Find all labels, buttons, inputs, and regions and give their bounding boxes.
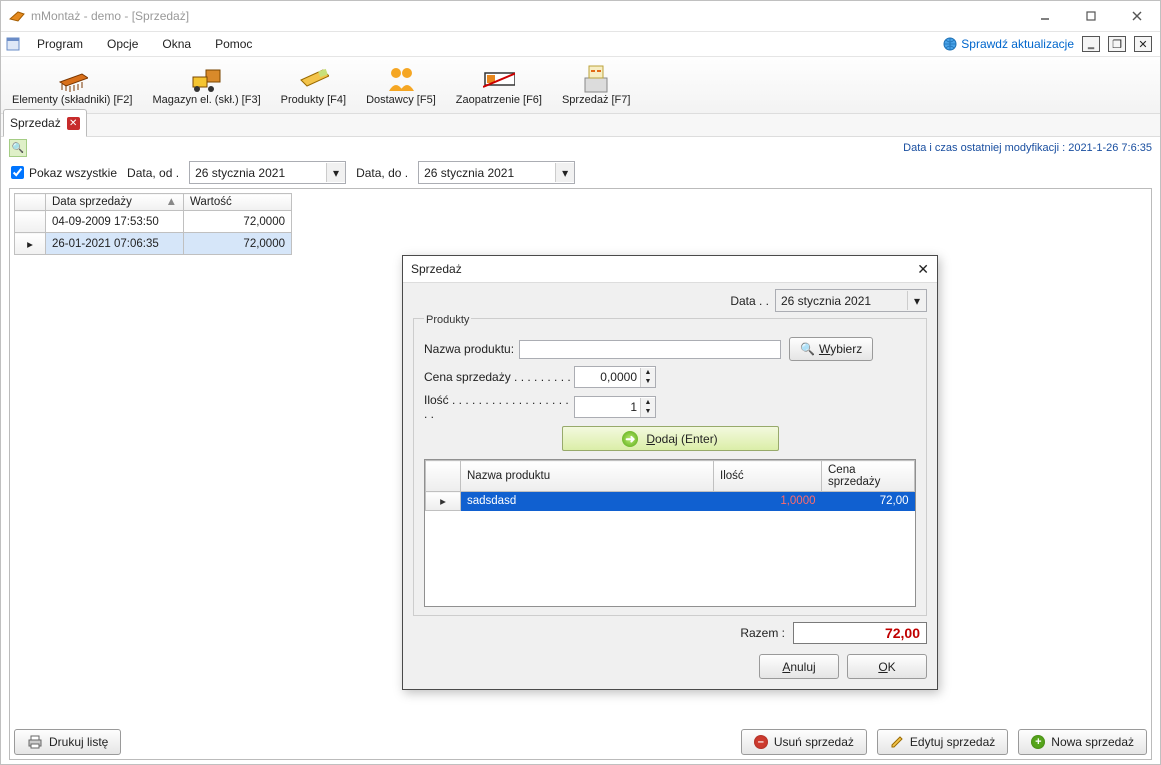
dialog-close-icon[interactable]: ✕	[917, 261, 929, 278]
people-icon	[385, 65, 417, 93]
app-icon	[9, 10, 25, 22]
menubar: Program Opcje Okna Pomoc Sprawdź aktuali…	[1, 32, 1160, 57]
new-button[interactable]: + Nowa sprzedaż	[1018, 729, 1147, 755]
add-icon: ➜	[622, 431, 638, 447]
date-to-label: Data, do .	[356, 166, 408, 180]
plus-icon: +	[1031, 735, 1045, 749]
sum-label: Razem :	[740, 626, 785, 640]
minus-icon: –	[754, 735, 768, 749]
toolbar-suppliers[interactable]: Dostawcy [F5]	[357, 57, 445, 113]
maximize-button[interactable]	[1068, 1, 1114, 31]
menu-program[interactable]: Program	[25, 33, 95, 55]
ok-button[interactable]: OK	[847, 654, 927, 679]
last-modified-label: Data i czas ostatniej modyfikacji : 2021…	[903, 142, 1152, 154]
qty-input[interactable]: 1 ▲▼	[574, 396, 656, 418]
table-row[interactable]: ▸ sadsdasd 1,0000 72,00	[426, 492, 915, 511]
add-button[interactable]: ➜ Dodaj (Enter)	[562, 426, 779, 451]
spin-up-icon[interactable]: ▲	[641, 368, 655, 378]
app-menu-icon[interactable]	[1, 32, 25, 56]
price-label: Cena sprzedaży . . . . . . . . .	[424, 370, 574, 384]
sale-dialog: Sprzedaż ✕ Data . . 26 stycznia 2021 ▾ P…	[402, 255, 938, 690]
mdi-restore-button[interactable]: ❐	[1108, 36, 1126, 52]
products-group: Produkty Nazwa produktu: 🔍 Wybierz Cena …	[413, 318, 927, 616]
col-qty[interactable]: Ilość	[714, 461, 822, 492]
titlebar: mMontaż - demo - [Sprzedaż]	[1, 1, 1160, 32]
choose-button[interactable]: 🔍 Wybierz	[789, 337, 873, 361]
product-name-label: Nazwa produktu:	[424, 342, 519, 356]
spin-up-icon[interactable]: ▲	[641, 398, 655, 408]
battery-icon	[483, 65, 515, 93]
window-title: mMontaż - demo - [Sprzedaż]	[31, 9, 189, 23]
globe-icon	[943, 37, 957, 51]
edit-button[interactable]: Edytuj sprzedaż	[877, 729, 1008, 755]
table-row[interactable]: ▸ 26-01-2021 07:06:35 72,0000	[15, 233, 292, 255]
toolbar-warehouse[interactable]: Magazyn el. (skł.) [F3]	[143, 57, 269, 113]
table-row[interactable]: 04-09-2009 17:53:50 72,0000	[15, 211, 292, 233]
toolbar-products[interactable]: Produkty [F4]	[272, 57, 355, 113]
menu-pomoc[interactable]: Pomoc	[203, 33, 264, 55]
sum-value: 72,00	[793, 622, 927, 644]
date-to-input[interactable]: 26 stycznia 2021 ▾	[418, 161, 575, 184]
chip-icon	[56, 65, 88, 93]
chevron-down-icon[interactable]: ▾	[326, 163, 345, 182]
spin-down-icon[interactable]: ▼	[641, 377, 655, 387]
col-date[interactable]: Data sprzedaży ▲	[46, 194, 184, 211]
dialog-title: Sprzedaż	[411, 262, 462, 276]
chevron-down-icon[interactable]: ▾	[907, 291, 926, 310]
spin-down-icon[interactable]: ▼	[641, 407, 655, 417]
document-tabs: Sprzedaż ✕	[1, 114, 1160, 137]
search-icon[interactable]: 🔍	[9, 139, 27, 157]
chevron-down-icon[interactable]: ▾	[555, 163, 574, 182]
toolbar-components[interactable]: Elementy (składniki) [F2]	[3, 57, 141, 113]
main-toolbar: Elementy (składniki) [F2] Magazyn el. (s…	[1, 57, 1160, 114]
print-button[interactable]: Drukuj listę	[14, 729, 121, 755]
menu-okna[interactable]: Okna	[150, 33, 203, 55]
cancel-button[interactable]: Anuluj	[759, 654, 839, 679]
dlg-date-label: Data . .	[730, 294, 769, 308]
show-all-checkbox[interactable]: Pokaz wszystkie	[11, 166, 117, 180]
col-name[interactable]: Nazwa produktu	[461, 461, 714, 492]
delete-button[interactable]: – Usuń sprzedaż	[741, 729, 867, 755]
toolbar-supply[interactable]: Zaopatrzenie [F6]	[447, 57, 551, 113]
menu-opcje[interactable]: Opcje	[95, 33, 150, 55]
register-icon	[580, 65, 612, 93]
dlg-date-input[interactable]: 26 stycznia 2021 ▾	[775, 289, 927, 312]
mdi-close-button[interactable]: ✕	[1134, 36, 1152, 52]
check-updates-link[interactable]: Sprawdź aktualizacje	[943, 37, 1074, 51]
filter-bar: Pokaz wszystkie Data, od . 26 stycznia 2…	[3, 157, 1158, 188]
date-from-input[interactable]: 26 stycznia 2021 ▾	[189, 161, 346, 184]
printer-icon	[27, 735, 43, 749]
forklift-icon	[191, 65, 223, 93]
sales-grid[interactable]: Data sprzedaży ▲ Wartość 04-09-2009 17:5…	[14, 193, 292, 255]
col-price[interactable]: Cena sprzedaży	[822, 461, 915, 492]
qty-label: Ilość . . . . . . . . . . . . . . . . . …	[424, 393, 574, 421]
pencil-icon	[890, 735, 904, 749]
tab-close-icon[interactable]: ✕	[67, 117, 80, 130]
minimize-button[interactable]	[1022, 1, 1068, 31]
product-name-input[interactable]	[519, 340, 781, 359]
col-value[interactable]: Wartość	[184, 194, 292, 211]
toolbar-sales[interactable]: Sprzedaż [F7]	[553, 57, 639, 113]
price-input[interactable]: 0,0000 ▲▼	[574, 366, 656, 388]
close-button[interactable]	[1114, 1, 1160, 31]
tab-sales[interactable]: Sprzedaż ✕	[3, 109, 87, 137]
card-icon	[297, 65, 329, 93]
date-from-label: Data, od .	[127, 166, 179, 180]
mdi-minimize-button[interactable]: ‗	[1082, 36, 1100, 52]
products-grid[interactable]: Nazwa produktu Ilość Cena sprzedaży ▸ sa…	[425, 460, 915, 511]
search-icon: 🔍	[800, 342, 815, 356]
